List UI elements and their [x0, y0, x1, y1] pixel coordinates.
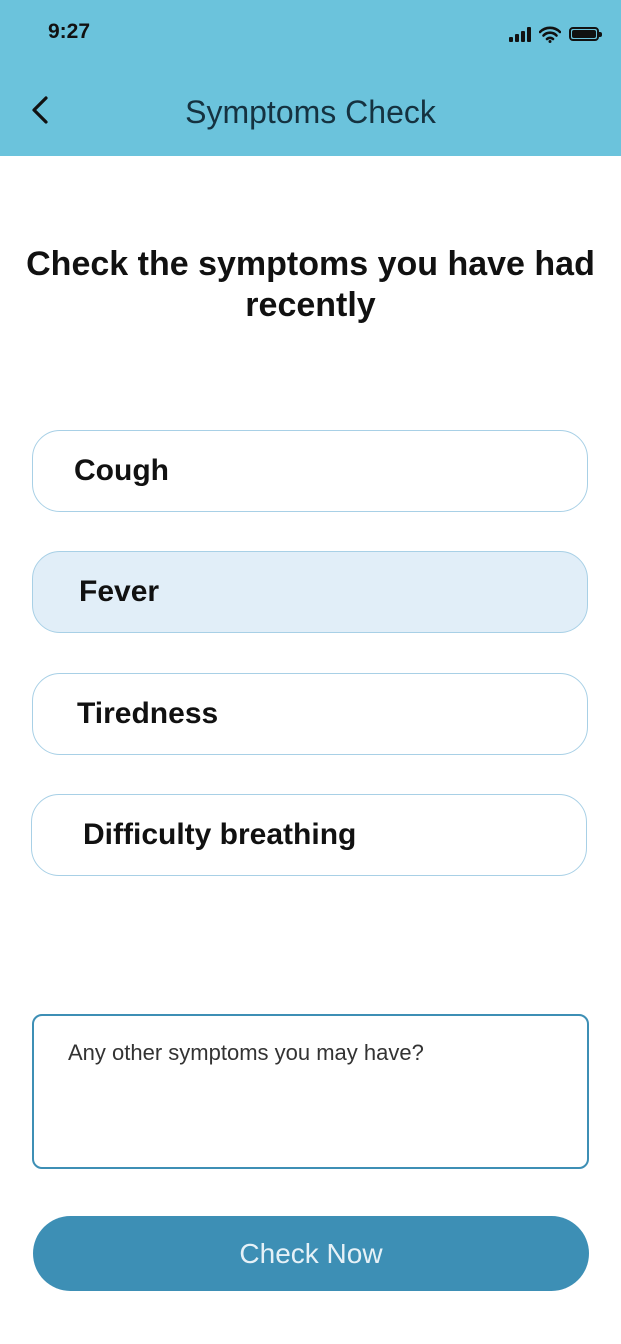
question-heading: Check the symptoms you have had recently [26, 245, 595, 324]
symptom-label: Tiredness [77, 697, 219, 730]
app-header: 9:27 Symptoms Check [0, 0, 621, 156]
cellular-signal-icon [509, 26, 531, 42]
status-time: 9:27 [48, 20, 91, 43]
status-icons [509, 24, 602, 44]
check-now-label: Check Now [239, 1237, 383, 1269]
page-title: Symptoms Check [185, 94, 436, 130]
symptom-option-tiredness[interactable]: Tiredness [32, 673, 588, 755]
symptom-option-fever[interactable]: Fever [32, 551, 588, 633]
other-symptoms-box [32, 1014, 589, 1169]
symptom-label: Cough [74, 454, 169, 487]
symptom-option-difficulty-breathing[interactable]: Difficulty breathing [31, 794, 587, 876]
symptom-option-cough[interactable]: Cough [32, 430, 588, 512]
check-now-button[interactable]: Check Now [33, 1216, 589, 1291]
wifi-icon [539, 26, 561, 43]
other-symptoms-input[interactable] [34, 1016, 587, 1167]
symptom-label: Fever [79, 575, 160, 608]
battery-icon [569, 27, 602, 41]
symptom-label: Difficulty breathing [83, 818, 357, 851]
